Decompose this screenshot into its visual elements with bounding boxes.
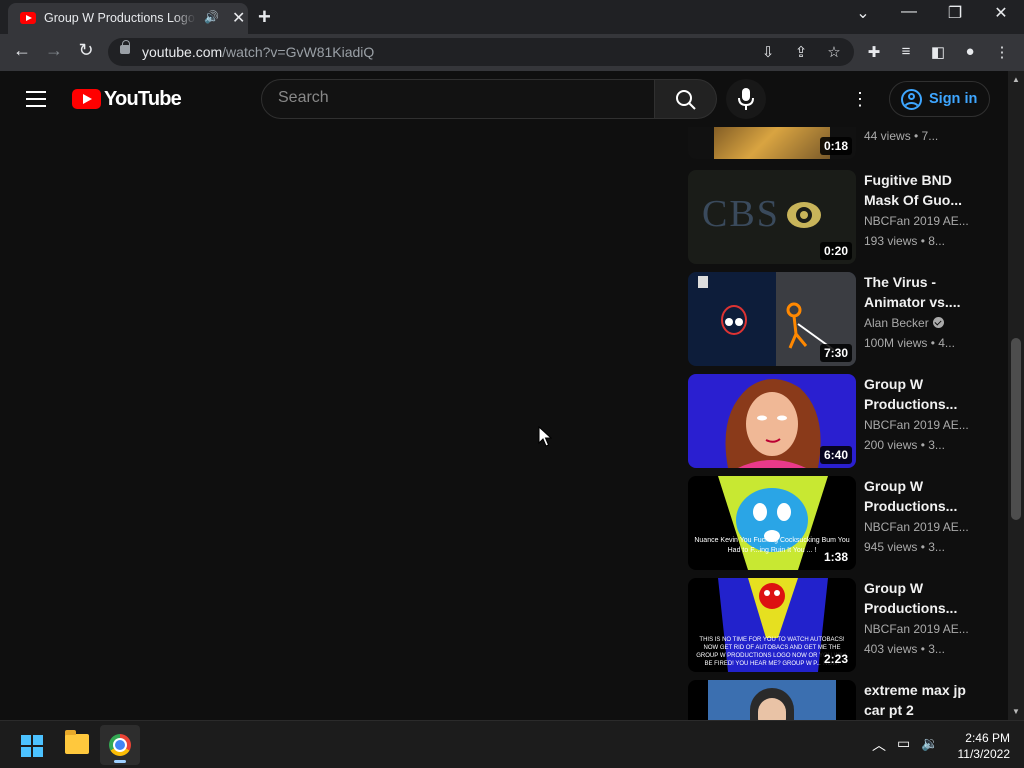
windows-start-icon[interactable] [21, 735, 43, 757]
virus-character-icon [721, 305, 747, 335]
video-title[interactable]: extreme max jp car pt 2 [864, 680, 972, 720]
verified-badge-icon [932, 317, 944, 328]
install-app-icon[interactable]: ⇩ [758, 43, 778, 61]
cbs-eye-icon [787, 202, 821, 228]
video-title[interactable]: Group W Productions... [864, 374, 972, 414]
video-meta: 945 views • 3... [864, 540, 945, 554]
side-panel-icon[interactable]: ◧ [928, 43, 948, 61]
youtube-favicon-icon [20, 12, 36, 24]
network-icon[interactable]: ▭ [897, 735, 910, 752]
reload-icon[interactable]: ↻ [74, 40, 98, 61]
chrome-taskbar-button[interactable] [100, 725, 140, 765]
profile-icon[interactable]: ● [960, 43, 980, 60]
channel-name[interactable]: NBCFan 2019 AE... [864, 520, 974, 534]
windows-taskbar: ︿ ▭ 🔉 2:46 PM 11/3/2022 [0, 720, 1024, 768]
address-bar[interactable]: youtube.com/watch?v=GvW81KiadiQ ⇩ ⇪ ☆ [108, 38, 854, 66]
duration-badge: 1:38 [819, 548, 852, 566]
video-meta: 100M views • 4... [864, 336, 955, 350]
close-window-button[interactable]: ✕ [986, 3, 1016, 23]
related-video-item[interactable]: extreme max jp car pt 2 [688, 680, 1006, 720]
duration-badge: 0:18 [819, 137, 852, 155]
file-explorer-icon[interactable] [65, 730, 89, 754]
tab-title: Group W Productions Logo [44, 11, 195, 25]
hamburger-menu-icon[interactable] [26, 91, 46, 107]
video-meta: 44 views • 7... [864, 129, 939, 143]
bookmark-star-icon[interactable]: ☆ [824, 43, 844, 61]
channel-name[interactable]: NBCFan 2019 AE... [864, 622, 974, 636]
video-thumbnail[interactable]: THIS IS NO TIME FOR YOU TO WATCH AUTOBAC… [688, 578, 856, 672]
video-thumbnail[interactable]: 0:18 [688, 127, 856, 159]
chrome-menu-icon[interactable]: ⋮ [992, 43, 1012, 61]
browser-tab-strip: Group W Productions Logo 🔊 ✕ + ⌄ — ❐ ✕ [0, 0, 1024, 34]
browser-tab[interactable]: Group W Productions Logo 🔊 ✕ [8, 3, 248, 34]
tray-chevron-icon[interactable]: ︿ [872, 735, 886, 755]
related-video-item[interactable]: 0:18 44 views • 7... [688, 127, 1006, 159]
sign-in-label: Sign in [929, 91, 978, 107]
duration-badge: 2:23 [819, 650, 852, 668]
search-input[interactable] [278, 89, 638, 107]
youtube-play-icon [72, 89, 101, 109]
video-title[interactable]: Fugitive BND Mask Of Guo... [864, 170, 972, 210]
lock-icon[interactable] [120, 40, 130, 54]
search-box[interactable] [261, 79, 655, 119]
video-meta: 193 views • 8... [864, 234, 945, 248]
channel-name[interactable]: NBCFan 2019 AE... [864, 214, 974, 228]
video-title[interactable]: Group W Productions... [864, 476, 972, 516]
video-thumbnail[interactable]: CBS 0:20 [688, 170, 856, 264]
back-arrow-icon[interactable]: ← [10, 40, 34, 61]
related-video-item[interactable]: Nuance Kevin You Fucking Cocksucking Bum… [688, 476, 1006, 570]
clock-time: 2:46 PM [965, 731, 1010, 745]
related-video-item[interactable]: THIS IS NO TIME FOR YOU TO WATCH AUTOBAC… [688, 578, 1006, 672]
duration-badge: 6:40 [819, 446, 852, 464]
minimize-button[interactable]: — [894, 3, 924, 21]
related-video-item[interactable]: CBS 0:20 Fugitive BND Mask Of Guo... NBC… [688, 170, 1006, 264]
video-title[interactable]: The Virus - Animator vs.... [864, 272, 972, 312]
related-video-item[interactable]: 6:40 Group W Productions... NBCFan 2019 … [688, 374, 1006, 468]
mouse-cursor-icon [538, 426, 552, 447]
extensions-puzzle-icon[interactable]: ✚ [864, 43, 884, 61]
volume-icon[interactable]: 🔉 [921, 735, 938, 752]
scroll-down-arrow-icon[interactable]: ▼ [1012, 707, 1020, 716]
video-thumbnail[interactable] [688, 680, 856, 720]
related-videos-list: 0:18 44 views • 7... CBS 0:20 Fugitive B… [688, 127, 1008, 720]
microphone-icon [738, 88, 754, 110]
tab-search-chevron-icon[interactable]: ⌄ [848, 3, 878, 23]
speaker-icon[interactable]: 🔊 [204, 10, 219, 24]
youtube-header: YouTube ⋮ Sign in [0, 71, 1008, 127]
restore-button[interactable]: ❐ [940, 3, 970, 23]
channel-name[interactable]: NBCFan 2019 AE... [864, 418, 974, 432]
video-meta: 403 views • 3... [864, 642, 945, 656]
forward-arrow-icon[interactable]: → [42, 40, 66, 61]
browser-toolbar: ← → ↻ youtube.com/watch?v=GvW81KiadiQ ⇩ … [0, 34, 1024, 71]
channel-name[interactable]: Alan Becker [864, 316, 974, 330]
video-meta: 200 views • 3... [864, 438, 945, 452]
video-thumbnail[interactable]: Nuance Kevin You Fucking Cocksucking Bum… [688, 476, 856, 570]
voice-search-button[interactable] [726, 79, 766, 119]
cbs-thumbnail-text: CBS [702, 193, 780, 235]
page-scrollbar[interactable]: ▲ ▼ [1008, 71, 1024, 720]
video-player[interactable] [0, 127, 670, 720]
related-video-item[interactable]: 7:30 The Virus - Animator vs.... Alan Be… [688, 272, 1006, 366]
settings-kebab-icon[interactable]: ⋮ [850, 89, 870, 109]
new-tab-button[interactable]: + [258, 4, 271, 30]
chrome-icon [109, 734, 131, 756]
sign-in-button[interactable]: Sign in [889, 81, 990, 117]
youtube-wordmark: YouTube [104, 88, 182, 110]
search-icon [676, 90, 696, 110]
system-clock[interactable]: 2:46 PM 11/3/2022 [944, 730, 1011, 762]
duration-badge: 7:30 [819, 344, 852, 362]
tab-close-icon[interactable]: ✕ [232, 8, 245, 28]
search-button[interactable] [655, 79, 717, 119]
account-circle-icon [901, 89, 922, 110]
video-title[interactable]: Group W Productions... [864, 578, 972, 618]
share-icon[interactable]: ⇪ [791, 43, 811, 61]
duration-badge: 0:20 [819, 242, 852, 260]
scrollbar-thumb[interactable] [1011, 338, 1021, 520]
video-thumbnail[interactable]: 7:30 [688, 272, 856, 366]
media-control-icon[interactable]: ≡ [896, 43, 916, 60]
video-thumbnail[interactable]: 6:40 [688, 374, 856, 468]
scroll-up-arrow-icon[interactable]: ▲ [1012, 75, 1020, 84]
url-text[interactable]: youtube.com/watch?v=GvW81KiadiQ [142, 44, 374, 60]
clock-date: 11/3/2022 [957, 747, 1011, 761]
